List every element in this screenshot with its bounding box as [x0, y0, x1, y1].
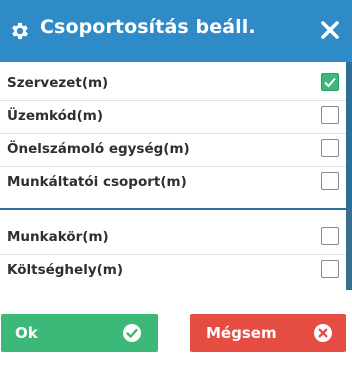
times-circle-icon	[314, 324, 332, 342]
close-icon[interactable]	[320, 20, 340, 40]
scrollbar-track[interactable]	[346, 62, 352, 212]
option-label: Költséghely(m)	[7, 262, 124, 278]
ok-button[interactable]: Ok	[1, 314, 158, 352]
option-label: Önelszámoló egység(m)	[7, 141, 190, 157]
check-circle-icon	[123, 324, 141, 342]
option-row-munkaltatoi-csoport[interactable]: Munkáltatói csoport(m)	[0, 167, 346, 199]
option-label: Munkakör(m)	[7, 229, 109, 245]
cancel-button-label: Mégsem	[206, 324, 277, 342]
checkbox-uzemkod[interactable]	[321, 106, 339, 124]
option-label: Üzemkód(m)	[7, 108, 104, 124]
checkbox-onelszamolo-egyseg[interactable]	[321, 139, 339, 157]
dialog-title: Csoportosítás beáll.	[40, 16, 256, 38]
checkbox-koltseghely[interactable]	[321, 260, 339, 278]
scrollbar-track-lower	[346, 212, 352, 290]
gear-icon	[12, 22, 28, 40]
option-row-onelszamolo-egyseg[interactable]: Önelszámoló egység(m)	[0, 134, 346, 167]
checkmark-icon	[324, 77, 336, 88]
grouping-settings-dialog: Csoportosítás beáll. Szervezet(m) Üzemkó…	[0, 0, 352, 365]
dialog-header: Csoportosítás beáll.	[0, 0, 352, 62]
cancel-button[interactable]: Mégsem	[190, 314, 346, 352]
option-row-uzemkod[interactable]: Üzemkód(m)	[0, 101, 346, 134]
group-separator	[0, 208, 346, 210]
checkbox-munkaltatoi-csoport[interactable]	[321, 172, 339, 190]
option-row-szervezet[interactable]: Szervezet(m)	[0, 68, 346, 101]
checkbox-munkakor[interactable]	[321, 227, 339, 245]
option-row-koltseghely[interactable]: Költséghely(m)	[0, 255, 346, 287]
option-row-munkakor[interactable]: Munkakör(m)	[0, 222, 346, 255]
option-label: Munkáltatói csoport(m)	[7, 174, 187, 190]
ok-button-label: Ok	[15, 324, 38, 342]
option-label: Szervezet(m)	[7, 75, 109, 91]
checkbox-szervezet[interactable]	[321, 73, 339, 91]
